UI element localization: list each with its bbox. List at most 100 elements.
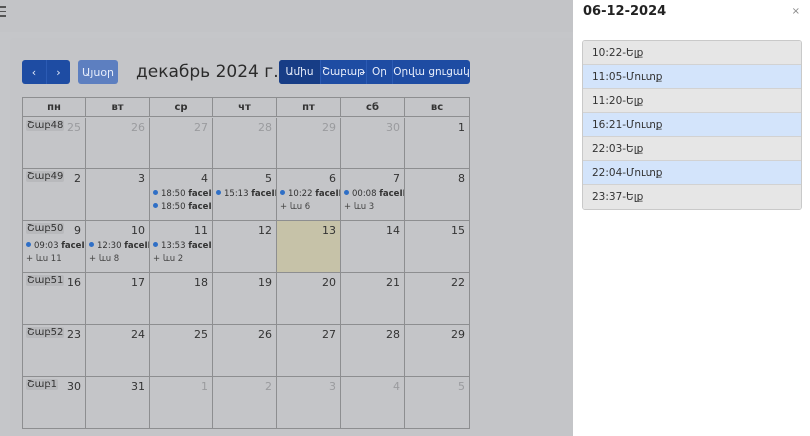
exit-record[interactable]: 10:22-Ելք [583,41,801,65]
day-number[interactable]: 22 [451,276,465,289]
day-cell[interactable]: 8 [405,169,469,220]
day-cell[interactable]: 10 12:30 faceID + ևս 8 [86,221,150,272]
calendar-event[interactable]: 15:13 faceID [216,189,276,199]
day-number[interactable]: 3 [138,172,145,185]
day-cell[interactable]: Շաբ49 2 [23,169,86,220]
day-cell-today[interactable]: 13 [277,221,341,272]
day-number[interactable]: 5 [265,172,272,185]
today-button[interactable]: Այսօր [78,60,118,84]
more-events-link[interactable]: + ևս 3 [344,202,374,212]
day-number[interactable]: 14 [386,224,400,237]
day-cell[interactable]: 5 [405,377,469,429]
day-cell[interactable]: 3 [277,377,341,429]
calendar-event[interactable]: 12:30 faceID [89,241,149,251]
day-number[interactable]: 26 [131,121,145,134]
day-number[interactable]: 4 [201,172,208,185]
calendar-event[interactable]: 00:08 faceID [344,189,404,199]
exit-record[interactable]: 23:37-Ելք [583,185,801,209]
day-number[interactable]: 9 [74,224,81,237]
day-number[interactable]: 11 [194,224,208,237]
day-cell[interactable]: 3 [86,169,150,220]
day-cell[interactable]: 6 10:22 faceID + ևս 6 [277,169,341,220]
day-cell[interactable]: Շաբ1 30 [23,377,86,429]
day-cell[interactable]: 11 13:53 faceID + ևս 2 [150,221,213,272]
day-cell[interactable]: 24 [86,325,150,376]
entry-record[interactable]: 11:05-Մուտք [583,65,801,89]
calendar-event[interactable]: 10:22 faceID [280,189,340,199]
next-month-button[interactable]: › [46,60,70,84]
more-events-link[interactable]: + ևս 2 [153,254,183,264]
day-cell[interactable]: 17 [86,273,150,324]
day-cell[interactable]: Շաբ52 23 [23,325,86,376]
day-cell[interactable]: 18 [150,273,213,324]
day-number[interactable]: 2 [265,380,272,393]
day-number[interactable]: 23 [67,328,81,341]
more-events-link[interactable]: + ևս 6 [280,202,310,212]
calendar-event[interactable]: 09:03 faceID [26,241,85,251]
day-cell[interactable]: 21 [341,273,405,324]
view-week-button[interactable]: Շաբաթ [320,60,366,84]
day-cell[interactable]: 30 [341,118,405,168]
exit-record[interactable]: 11:20-Ելք [583,89,801,113]
day-cell[interactable]: 5 15:13 faceID [213,169,277,220]
day-number[interactable]: 19 [258,276,272,289]
day-cell[interactable]: 26 [86,118,150,168]
calendar-event[interactable]: 18:50 faceID [153,189,212,199]
day-number[interactable]: 26 [258,328,272,341]
day-number[interactable]: 16 [67,276,81,289]
day-cell[interactable]: 7 00:08 faceID + ևս 3 [341,169,405,220]
day-cell[interactable]: 31 [86,377,150,429]
week-number[interactable]: Շաբ49 [26,171,65,182]
day-number[interactable]: 12 [258,224,272,237]
day-cell[interactable]: 1 [150,377,213,429]
more-events-link[interactable]: + ևս 8 [89,254,119,264]
exit-record[interactable]: 22:03-Ելք [583,137,801,161]
entry-record[interactable]: 16:21-Մուտք [583,113,801,137]
day-number[interactable]: 29 [322,121,336,134]
day-cell[interactable]: Շաբ51 16 [23,273,86,324]
day-cell[interactable]: 20 [277,273,341,324]
day-number[interactable]: 18 [194,276,208,289]
day-number[interactable]: 8 [458,172,465,185]
day-cell[interactable]: 4 18:50 faceID 18:50 faceID [150,169,213,220]
day-number[interactable]: 1 [201,380,208,393]
day-number[interactable]: 3 [329,380,336,393]
day-cell[interactable]: 25 [150,325,213,376]
day-number[interactable]: 1 [458,121,465,134]
day-number[interactable]: 7 [393,172,400,185]
calendar-event[interactable]: 18:50 faceID [153,202,212,212]
day-number[interactable]: 25 [67,121,81,134]
day-number[interactable]: 24 [131,328,145,341]
day-cell[interactable]: 1 [405,118,469,168]
entry-record[interactable]: 22:04-Մուտք [583,161,801,185]
day-number[interactable]: 6 [329,172,336,185]
prev-month-button[interactable]: ‹ [22,60,46,84]
day-number[interactable]: 10 [131,224,145,237]
more-events-link[interactable]: + ևս 11 [26,254,62,264]
day-cell[interactable]: 2 [213,377,277,429]
close-icon[interactable]: × [792,6,800,17]
day-number[interactable]: 15 [451,224,465,237]
week-number[interactable]: Շաբ50 [26,223,65,234]
menu-icon[interactable] [0,6,6,17]
day-number[interactable]: 5 [458,380,465,393]
view-day-button[interactable]: Օր [366,60,392,84]
day-number[interactable]: 17 [131,276,145,289]
calendar-event[interactable]: 13:53 faceID [153,241,212,251]
day-cell[interactable]: 28 [341,325,405,376]
day-number[interactable]: 29 [451,328,465,341]
day-number[interactable]: 21 [386,276,400,289]
week-number[interactable]: Շաբ1 [26,379,59,390]
day-number[interactable]: 20 [322,276,336,289]
week-number[interactable]: Շաբ51 [26,275,65,286]
view-month-button[interactable]: Ամիս [279,60,320,84]
day-number[interactable]: 2 [74,172,81,185]
day-cell[interactable]: 29 [405,325,469,376]
day-cell[interactable]: 27 [277,325,341,376]
day-number[interactable]: 4 [393,380,400,393]
day-number[interactable]: 13 [322,224,336,237]
day-number[interactable]: 30 [67,380,81,393]
day-number[interactable]: 27 [194,121,208,134]
day-number[interactable]: 27 [322,328,336,341]
day-cell[interactable]: 26 [213,325,277,376]
